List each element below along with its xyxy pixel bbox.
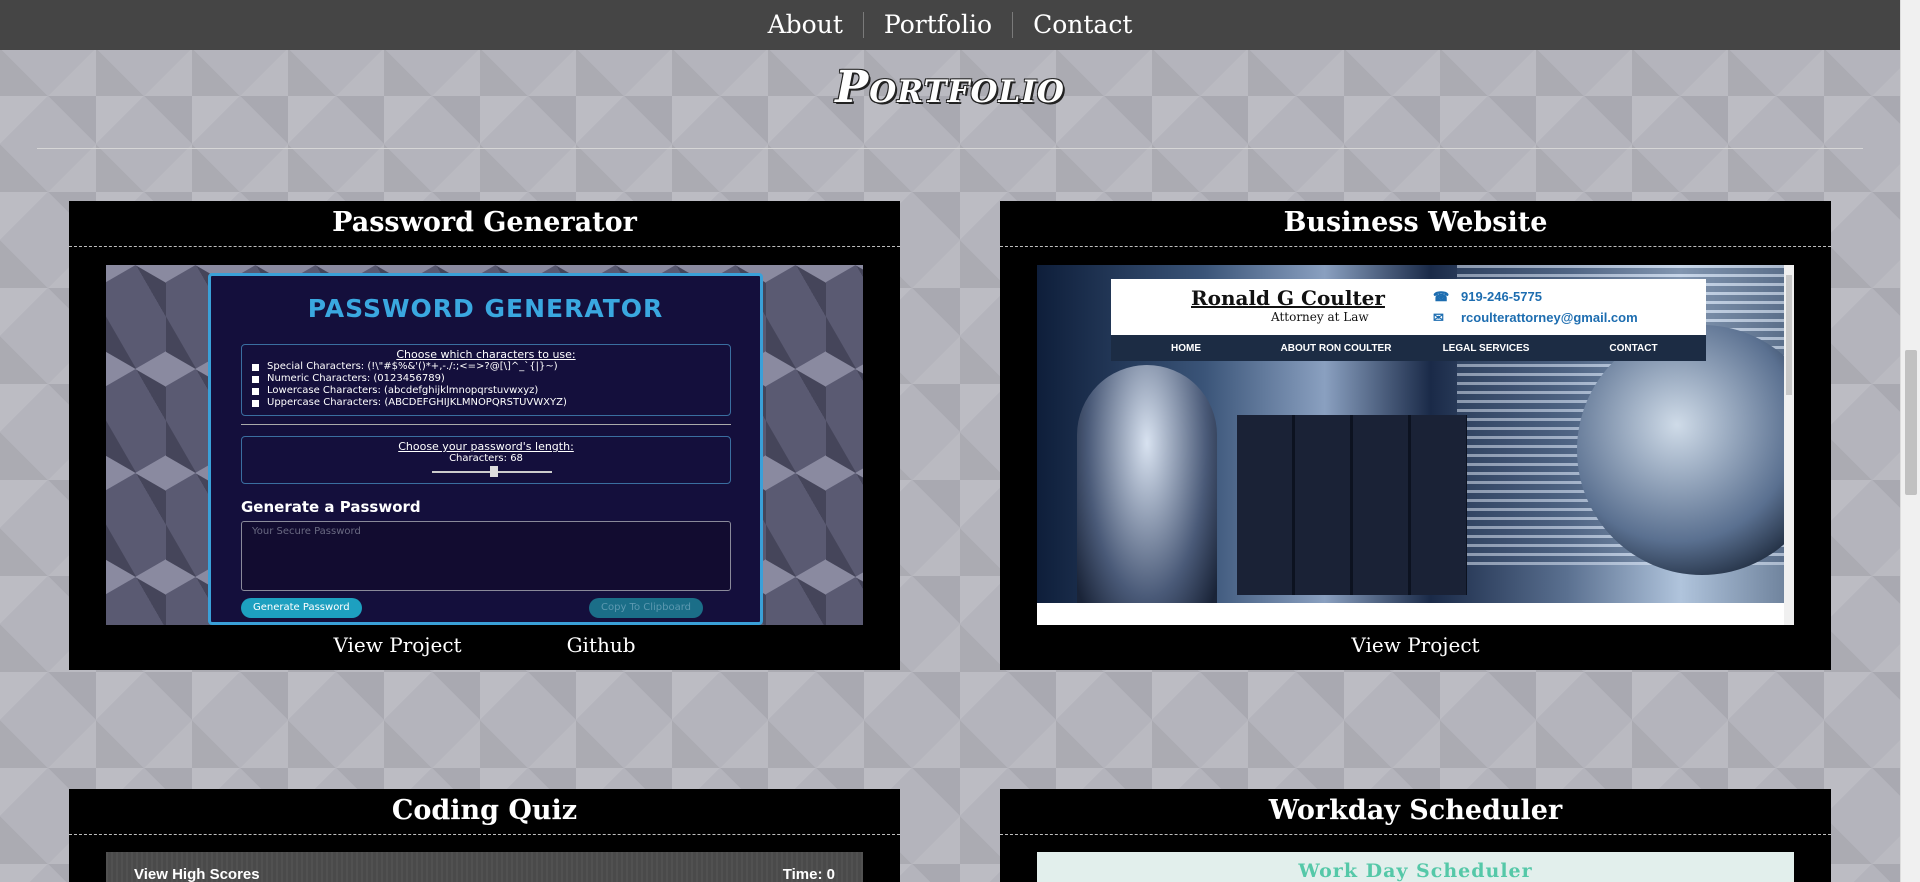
menu-about: ABOUT RON COULTER [1280,342,1392,354]
lady-justice-statue [1077,365,1217,625]
project-screenshot[interactable]: Ronald G Coulter Attorney at Law ☎ 919-24… [1037,265,1794,625]
checkbox-icon [252,363,259,371]
attorney-name: Ronald G Coulter [1191,286,1385,310]
checkbox-icon [252,387,259,395]
email-contact: ✉ rcoulterattorney@gmail.com [1433,310,1638,325]
phone-icon: ☎ [1433,289,1450,304]
quiz-preview: View High Scores Time: 0 [106,852,863,882]
password-textarea: Your Secure Password [241,521,731,591]
length-slider [432,466,552,477]
envelope-icon: ✉ [1433,310,1444,325]
character-options-box: Choose which characters to use: Special … [241,344,731,416]
view-project-link[interactable]: View Project [333,633,461,657]
checkbox-icon [252,399,259,407]
card-links: View Project [1000,633,1831,657]
law-office-background: Ronald G Coulter Attorney at Law ☎ 919-24… [1037,265,1794,625]
page-title: Portfolio [835,62,1065,113]
cube-pattern-background: PASSWORD GENERATOR Choose which characte… [106,265,863,625]
project-screenshot[interactable]: View High Scores Time: 0 [106,852,863,882]
choose-characters-label: Choose which characters to use: [396,348,576,361]
phone-contact: ☎ 919-246-5775 [1433,289,1542,304]
card-title: Password Generator [69,201,900,247]
choose-length-label: Choose your password's length: [398,440,574,453]
preview-heading: PASSWORD GENERATOR [307,294,664,323]
high-scores-link: View High Scores [134,866,260,882]
nav-link-portfolio[interactable]: Portfolio [864,11,1012,39]
page-bottom-strip [1037,603,1794,625]
project-card-workday-scheduler: Workday Scheduler Work Day Scheduler [1000,789,1831,882]
project-screenshot[interactable]: PASSWORD GENERATOR Choose which characte… [106,265,863,625]
password-generator-panel: PASSWORD GENERATOR Choose which characte… [208,273,763,625]
card-title: Business Website [1000,201,1831,247]
site-menu: HOME ABOUT RON COULTER LEGAL SERVICES CO… [1111,335,1706,361]
scheduler-preview: Work Day Scheduler [1037,852,1794,882]
project-screenshot[interactable]: Work Day Scheduler [1037,852,1794,882]
length-box: Choose your password's length: Character… [241,436,731,484]
menu-home: HOME [1171,342,1201,354]
preview-scrollbar [1784,265,1794,625]
site-header: Ronald G Coulter Attorney at Law ☎ 919-24… [1111,279,1706,335]
generate-label: Generate a Password [241,498,421,516]
slider-knob [490,466,498,477]
nav-link-about[interactable]: About [748,11,863,39]
menu-contact: CONTACT [1609,342,1658,354]
generate-password-button: Generate Password [241,598,362,618]
attorney-tagline: Attorney at Law [1271,310,1369,324]
project-card-coding-quiz: Coding Quiz View High Scores Time: 0 [69,789,900,882]
scroll-thumb[interactable] [1905,350,1917,495]
option-numeric: Numeric Characters: (0123456789) [242,373,730,385]
menu-legal-services: LEGAL SERVICES [1442,342,1530,354]
title-divider [37,148,1863,149]
card-title: Workday Scheduler [1000,789,1831,835]
checkbox-icon [252,375,259,383]
divider [241,424,731,425]
view-project-link[interactable]: View Project [1351,633,1479,657]
card-links: View Project Github [69,633,900,657]
copy-clipboard-button: Copy To Clipboard [589,598,704,618]
scheduler-heading: Work Day Scheduler [1298,860,1533,882]
timer-text: Time: 0 [782,866,835,882]
nav-link-contact[interactable]: Contact [1013,11,1152,39]
github-link[interactable]: Github [567,633,636,657]
law-books-image [1237,415,1467,595]
option-special: Special Characters: (!\"#$%&'()*+,-./:;<… [242,361,730,373]
preview-scroll-thumb [1786,275,1792,395]
card-title: Coding Quiz [69,789,900,835]
characters-count: Characters: 68 [449,453,523,464]
option-lowercase: Lowercase Characters: (abcdefghijklmnopq… [242,385,730,397]
top-navbar: About Portfolio Contact [0,0,1900,50]
page-scrollbar[interactable] [1900,0,1920,882]
project-card-password-generator: Password Generator PASSWORD GENERATOR Ch… [69,201,900,670]
project-card-business-website: Business Website Ronald G Coulter Attorn… [1000,201,1831,670]
option-uppercase: Uppercase Characters: (ABCDEFGHIJKLMNOPQ… [242,397,730,409]
